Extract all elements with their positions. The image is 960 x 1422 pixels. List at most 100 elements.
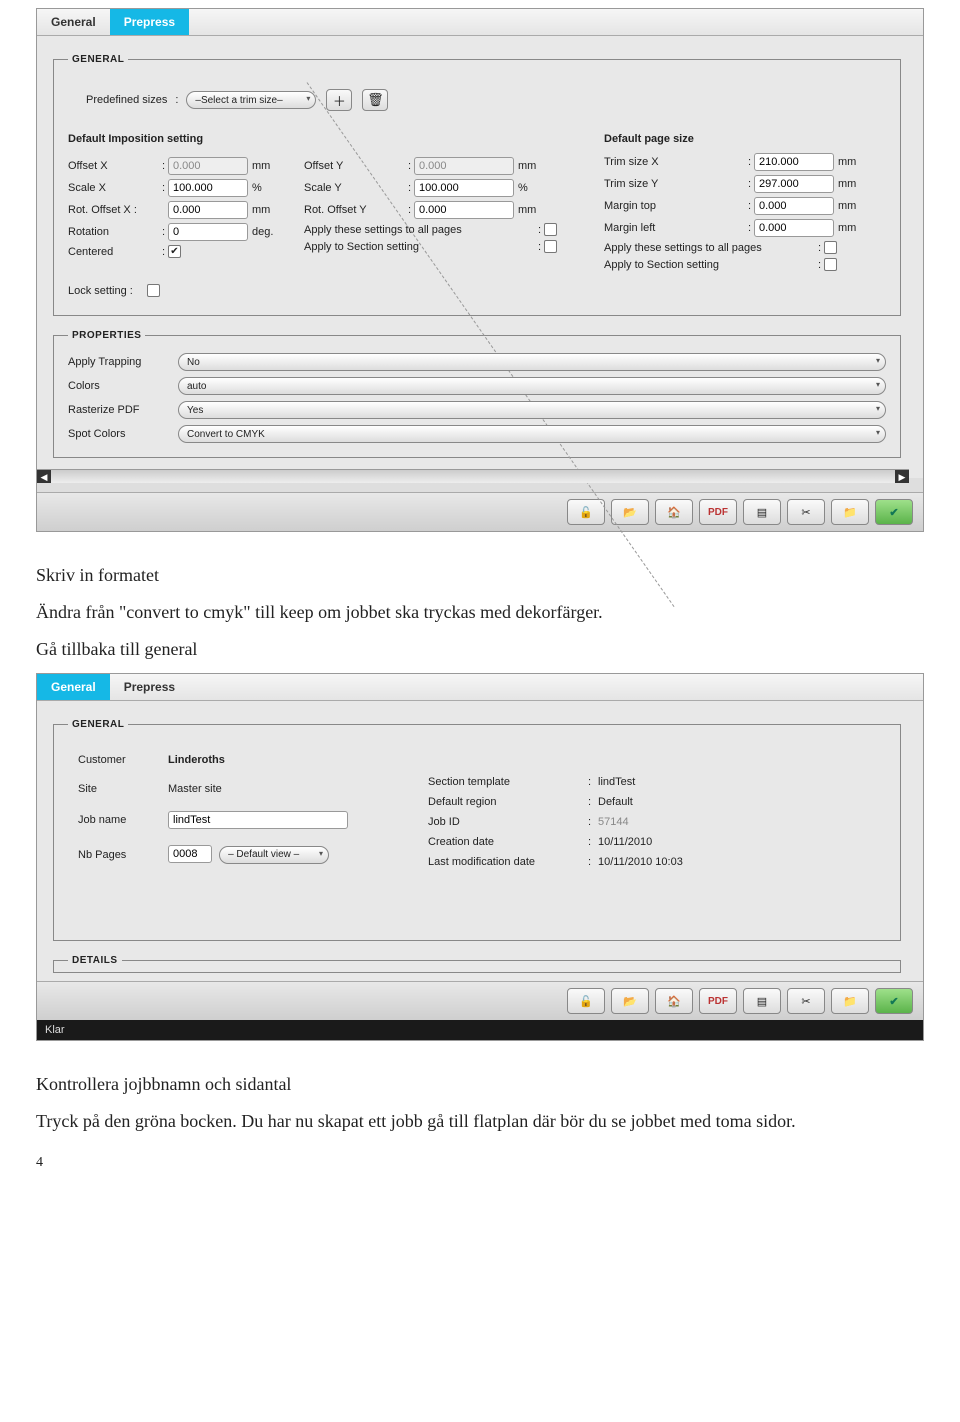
apply-trapping-label: Apply Trapping xyxy=(68,356,178,368)
tab-bar: General Prepress xyxy=(37,9,923,36)
delete-size-button[interactable]: 🗑 xyxy=(362,89,388,111)
site-label: Site xyxy=(78,783,168,795)
creation-date-value: 10/11/2010 xyxy=(598,836,758,848)
centered-checkbox[interactable]: ✔ xyxy=(168,245,181,258)
folder-button[interactable]: 📁 xyxy=(831,499,869,525)
default-region-value: Default xyxy=(598,796,758,808)
offset-y-input[interactable] xyxy=(414,157,514,175)
section-template-label: Section template xyxy=(428,776,588,788)
pdf-button[interactable]: PDF xyxy=(699,499,737,525)
bottom-toolbar: 🔓 📂 🏠 PDF ▤ ✂ 📁 ✔ xyxy=(37,492,923,531)
general-legend: GENERAL xyxy=(68,54,128,65)
rot-offset-x-label: Rot. Offset X : xyxy=(68,204,158,216)
trash-icon: 🗑 xyxy=(367,92,384,108)
scissors-icon: ✂ xyxy=(801,506,810,519)
offset-x-input[interactable] xyxy=(168,157,248,175)
rotation-input[interactable] xyxy=(168,223,248,241)
page-apply-all-checkbox[interactable] xyxy=(824,241,837,254)
page-apply-section-label: Apply to Section setting xyxy=(604,259,814,271)
checkmark-icon: ✔ xyxy=(889,995,898,1008)
spot-colors-select[interactable]: Convert to CMYK xyxy=(178,425,886,443)
margin-top-label: Margin top xyxy=(604,200,744,212)
scale-y-input[interactable] xyxy=(414,179,514,197)
spot-colors-label: Spot Colors xyxy=(68,428,178,440)
unlock-button[interactable]: 🔓 xyxy=(567,499,605,525)
home-button-2[interactable]: 🏠 xyxy=(655,988,693,1014)
site-value: Master site xyxy=(168,783,368,795)
margin-left-input[interactable] xyxy=(754,219,834,237)
layout-icon: ▤ xyxy=(757,506,767,519)
job-name-input[interactable] xyxy=(168,811,348,829)
rot-offset-y-input[interactable] xyxy=(414,201,514,219)
nb-pages-view-select[interactable]: – Default view – xyxy=(219,846,329,864)
scroll-left-icon[interactable]: ◀ xyxy=(37,470,51,483)
colors-select[interactable]: auto xyxy=(178,377,886,395)
tab-general-2[interactable]: General xyxy=(37,674,110,700)
scroll-right-icon[interactable]: ▶ xyxy=(895,470,909,483)
page-apply-section-checkbox[interactable] xyxy=(824,258,837,271)
ok-button-2[interactable]: ✔ xyxy=(875,988,913,1014)
ok-button[interactable]: ✔ xyxy=(875,499,913,525)
colors-label: Colors xyxy=(68,380,178,392)
tab-general[interactable]: General xyxy=(37,9,110,35)
horizontal-scrollbar[interactable]: ◀ ▶ xyxy=(37,469,909,483)
page-size-heading: Default page size xyxy=(604,133,886,145)
apply-all-checkbox[interactable] xyxy=(544,223,557,236)
properties-legend: PROPERTIES xyxy=(68,330,145,341)
pdf-icon: PDF xyxy=(708,507,728,518)
details-legend: DETAILS xyxy=(68,955,122,966)
trim-y-label: Trim size Y xyxy=(604,178,744,190)
plus-icon: ＋ xyxy=(333,91,346,110)
job-id-value: 57144 xyxy=(598,816,758,828)
unlock-button-2[interactable]: 🔓 xyxy=(567,988,605,1014)
folder-icon: 📁 xyxy=(843,506,857,519)
folder-icon: 📁 xyxy=(843,995,857,1008)
doc-p3: Gå tillbaka till general xyxy=(36,636,924,663)
scale-y-label: Scale Y xyxy=(304,182,404,194)
section-template-value: lindTest xyxy=(598,776,758,788)
pdf-button-2[interactable]: PDF xyxy=(699,988,737,1014)
doc-p4: Kontrollera jojbbnamn och sidantal xyxy=(36,1071,924,1098)
details-group: DETAILS xyxy=(53,955,901,973)
general-group-2: GENERAL Customer Linderoths Site Master … xyxy=(53,719,901,941)
folder-button-2[interactable]: 📁 xyxy=(831,988,869,1014)
trim-x-input[interactable] xyxy=(754,153,834,171)
scale-x-input[interactable] xyxy=(168,179,248,197)
imposition-heading: Default Imposition setting xyxy=(68,133,564,145)
margin-top-input[interactable] xyxy=(754,197,834,215)
tab-prepress[interactable]: Prepress xyxy=(110,9,189,35)
rasterize-select[interactable]: Yes xyxy=(178,401,886,419)
general-group: GENERAL Predefined sizes : –Select a tri… xyxy=(53,54,901,316)
apply-trapping-select[interactable]: No xyxy=(178,353,886,371)
unlock-icon: 🔓 xyxy=(579,506,593,519)
checkmark-icon: ✔ xyxy=(889,506,898,519)
home-button[interactable]: 🏠 xyxy=(655,499,693,525)
add-size-button[interactable]: ＋ xyxy=(326,89,352,111)
predefined-sizes-select[interactable]: –Select a trim size– xyxy=(186,91,316,109)
trim-y-input[interactable] xyxy=(754,175,834,193)
rot-offset-y-label: Rot. Offset Y xyxy=(304,204,404,216)
trim-x-label: Trim size X xyxy=(604,156,744,168)
open-button[interactable]: 📂 xyxy=(611,499,649,525)
nb-pages-input[interactable] xyxy=(168,845,212,863)
tools-button-2[interactable]: ✂ xyxy=(787,988,825,1014)
unlock-icon: 🔓 xyxy=(579,995,593,1008)
apply-all-label: Apply these settings to all pages xyxy=(304,224,534,236)
briefcase-icon: 📂 xyxy=(623,506,637,519)
tools-button[interactable]: ✂ xyxy=(787,499,825,525)
doc-p5: Tryck på den gröna bocken. Du har nu ska… xyxy=(36,1108,924,1135)
job-name-label: Job name xyxy=(78,814,168,826)
rot-offset-x-input[interactable] xyxy=(168,201,248,219)
briefcase-icon: 📂 xyxy=(623,995,637,1008)
scale-x-label: Scale X xyxy=(68,182,158,194)
doc-p1: Skriv in formatet xyxy=(36,562,924,589)
layout-button[interactable]: ▤ xyxy=(743,499,781,525)
layout-button-2[interactable]: ▤ xyxy=(743,988,781,1014)
rotation-label: Rotation xyxy=(68,226,158,238)
open-button-2[interactable]: 📂 xyxy=(611,988,649,1014)
last-mod-value: 10/11/2010 10:03 xyxy=(598,856,758,868)
home-icon: 🏠 xyxy=(667,995,681,1008)
tab-prepress-2[interactable]: Prepress xyxy=(110,674,189,700)
apply-section-checkbox[interactable] xyxy=(544,240,557,253)
lock-setting-checkbox[interactable] xyxy=(147,284,160,297)
